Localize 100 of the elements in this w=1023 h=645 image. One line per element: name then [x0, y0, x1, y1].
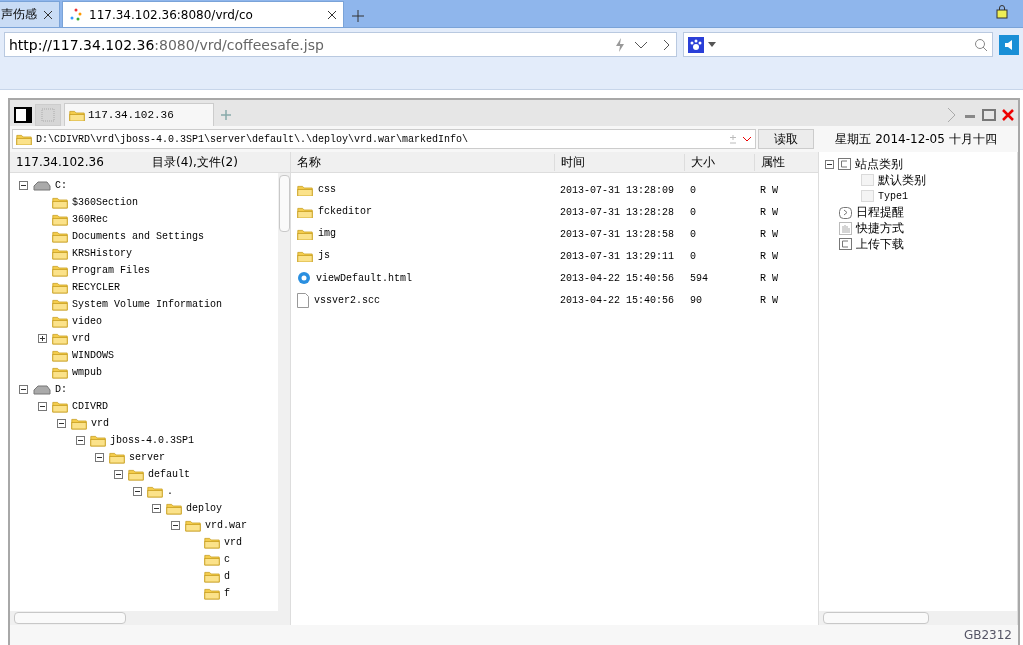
maximize-icon[interactable] [982, 109, 996, 121]
folder-icon [297, 183, 313, 197]
folder-label[interactable]: WINDOWS [72, 350, 114, 361]
search-field[interactable] [683, 32, 994, 57]
nav-item[interactable]: 快捷方式 [856, 219, 904, 237]
nav-item[interactable]: 上传下载 [856, 235, 904, 253]
collapse-toggle[interactable] [133, 487, 142, 496]
dotted-square-icon[interactable] [35, 104, 61, 126]
folder-label[interactable]: vrd [72, 333, 90, 344]
folder-icon [204, 587, 220, 600]
panel-icon [839, 238, 852, 250]
attribute-cell-text: R W [759, 228, 779, 240]
speaker-icon[interactable] [999, 34, 1019, 55]
paw-icon[interactable] [688, 36, 705, 53]
folder-icon [52, 264, 68, 277]
folder-label[interactable]: Program Files [72, 265, 150, 276]
file-name[interactable]: img [318, 228, 336, 240]
collapse-toggle[interactable] [171, 521, 180, 530]
browser-tab[interactable]: 声伤感 [0, 1, 60, 27]
caret-icon[interactable] [708, 41, 717, 48]
folder-label[interactable]: c [224, 554, 230, 565]
folder-label[interactable]: CDIVRD [72, 401, 108, 412]
collapse-toggle[interactable] [114, 470, 123, 479]
collapse-toggle[interactable] [57, 419, 66, 428]
folder-icon [52, 281, 68, 294]
session-tab[interactable]: 117.34.102.36 [64, 103, 214, 126]
nav-item[interactable]: Type1 [878, 190, 908, 202]
folder-icon [297, 227, 313, 241]
browser-tab[interactable]: 117.34.102.36:8080/vrd/co [62, 1, 344, 27]
folder-label[interactable]: $360Section [72, 197, 138, 208]
attribute-cell-text: R W [759, 206, 779, 218]
folder-label[interactable]: . [167, 486, 173, 497]
file-name[interactable]: viewDefault.html [316, 272, 412, 284]
read-button[interactable]: 读取 [758, 129, 814, 149]
nav-item[interactable]: 默认类别 [878, 171, 926, 189]
collapse-toggle[interactable] [19, 181, 28, 190]
folder-icon [52, 247, 68, 260]
collapse-toggle[interactable] [95, 453, 104, 462]
time-cell-text: 2013-07-31 13:28:09 [559, 184, 676, 196]
folder-label[interactable]: server [129, 452, 165, 463]
folder-label[interactable]: RECYCLER [72, 282, 120, 293]
size-cell-text: 0 [689, 206, 697, 218]
folder-label[interactable]: d [224, 571, 230, 582]
time-cell-text: 2013-07-31 13:28:58 [559, 228, 676, 240]
folder-label[interactable]: deploy [186, 503, 222, 514]
folder-label[interactable]: 360Rec [72, 214, 108, 225]
folder-label[interactable]: jboss-4.0.3SP1 [110, 435, 194, 446]
folder-label[interactable]: default [148, 469, 190, 480]
file-name[interactable]: css [318, 184, 336, 196]
drive-label[interactable]: C: [55, 180, 67, 191]
close-icon[interactable] [43, 9, 53, 20]
folder-label[interactable]: Documents and Settings [72, 231, 205, 242]
chevron-down-icon[interactable] [742, 135, 752, 143]
lightning-icon[interactable] [614, 37, 627, 52]
file-name[interactable]: js [318, 250, 330, 262]
folder-label[interactable]: vrd [91, 418, 109, 429]
horizontal-scrollbar[interactable] [819, 611, 1017, 625]
folder-label[interactable]: vrd [224, 537, 242, 548]
folder-label[interactable]: f [224, 588, 230, 599]
column-header[interactable]: 大小 [684, 153, 754, 171]
collapse-toggle[interactable] [76, 436, 85, 445]
folder-label[interactable]: System Volume Information [72, 299, 223, 310]
folder-label[interactable]: wmpub [72, 367, 102, 378]
column-header[interactable]: 属性 [754, 153, 818, 171]
column-header[interactable]: 时间 [554, 153, 684, 171]
bag-icon[interactable] [995, 5, 1009, 19]
expand-toggle[interactable] [38, 334, 47, 343]
address-field[interactable]: http://117.34.102.36:8080/vrd/coffeesafe.jsp [4, 32, 678, 57]
folder-icon [90, 434, 106, 447]
file-name[interactable]: vssver2.scc [314, 294, 380, 306]
nav-item[interactable]: 日程提醒 [856, 203, 904, 221]
loading-icon [69, 7, 83, 22]
folder-icon [52, 196, 68, 209]
folder-icon [52, 366, 68, 379]
size-cell-text: 90 [689, 294, 703, 306]
sidebar-toggle-icon[interactable] [14, 107, 32, 123]
folder-label[interactable]: video [72, 316, 102, 327]
collapse-toggle[interactable] [19, 385, 28, 394]
close-icon[interactable] [327, 9, 337, 20]
collapse-toggle[interactable] [38, 402, 47, 411]
folder-label[interactable]: vrd.war [205, 520, 247, 531]
folder-icon [52, 213, 68, 226]
date-label: 星期五 2014-12-05 十月十四 [834, 130, 998, 148]
horizontal-scrollbar[interactable] [10, 611, 290, 625]
search-icon[interactable] [974, 37, 989, 52]
time-cell-text: 2013-07-31 13:28:28 [559, 206, 676, 218]
folder-icon [204, 570, 220, 583]
folder-icon [52, 315, 68, 328]
folder-icon [71, 417, 87, 430]
clock-icon [839, 205, 852, 219]
time-cell-text: 2013-04-22 15:40:56 [559, 294, 676, 306]
dotted-square-icon [861, 174, 874, 186]
collapse-toggle[interactable] [152, 504, 161, 513]
column-header[interactable]: 名称 [291, 153, 554, 171]
file-name[interactable]: fckeditor [318, 206, 372, 218]
drive-label[interactable]: D: [55, 384, 67, 395]
path-field[interactable]: D:\CDIVRD\vrd\jboss-4.0.3SP1\server\default\.\deploy\vrd.war\markedInfo\ [12, 129, 756, 149]
nav-item[interactable]: 站点类别 [855, 155, 903, 173]
folder-label[interactable]: KRSHistory [72, 248, 132, 259]
collapse-toggle[interactable] [825, 159, 834, 169]
